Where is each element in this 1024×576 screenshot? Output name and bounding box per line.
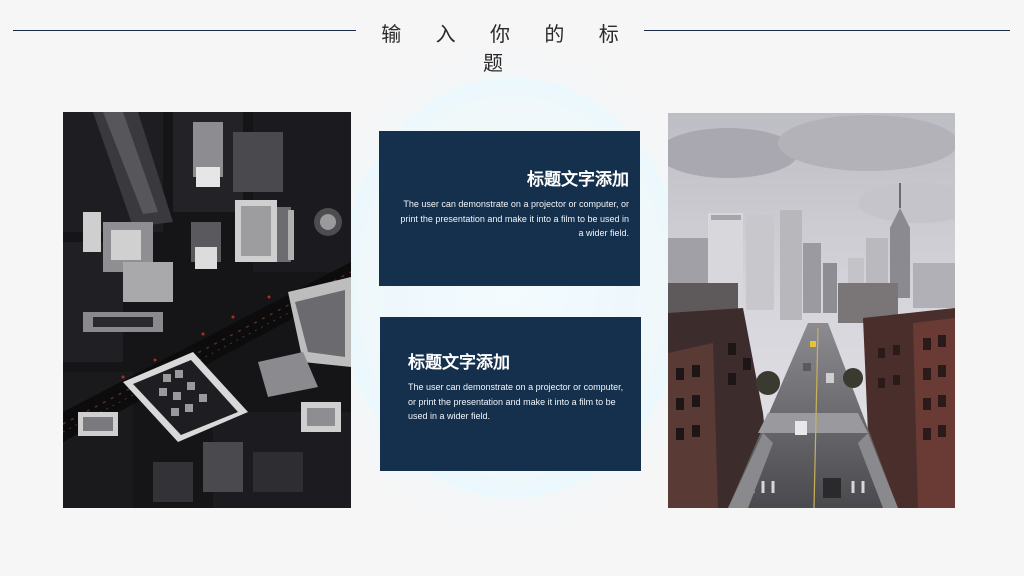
slide: 输 入 你 的 标 题 标题文字添加 The user can demonstr… [0,0,1024,576]
header-divider-left [13,30,356,31]
card-top-heading: 标题文字添加 [527,170,629,190]
card-top-body: The user can demonstrate on a projector … [400,199,629,238]
text-card-top[interactable]: 标题文字添加 The user can demonstrate on a pro… [379,131,640,286]
text-card-bottom[interactable]: 标题文字添加 The user can demonstrate on a pro… [380,317,641,471]
header-divider-right [644,30,1010,31]
aerial-city-night-photo[interactable] [63,112,351,508]
slide-title[interactable]: 输 入 你 的 标 题 [356,18,644,76]
card-bottom-heading: 标题文字添加 [408,353,510,373]
city-street-skyline-photo[interactable] [668,113,955,508]
card-bottom-body: The user can demonstrate on a projector … [408,382,624,421]
